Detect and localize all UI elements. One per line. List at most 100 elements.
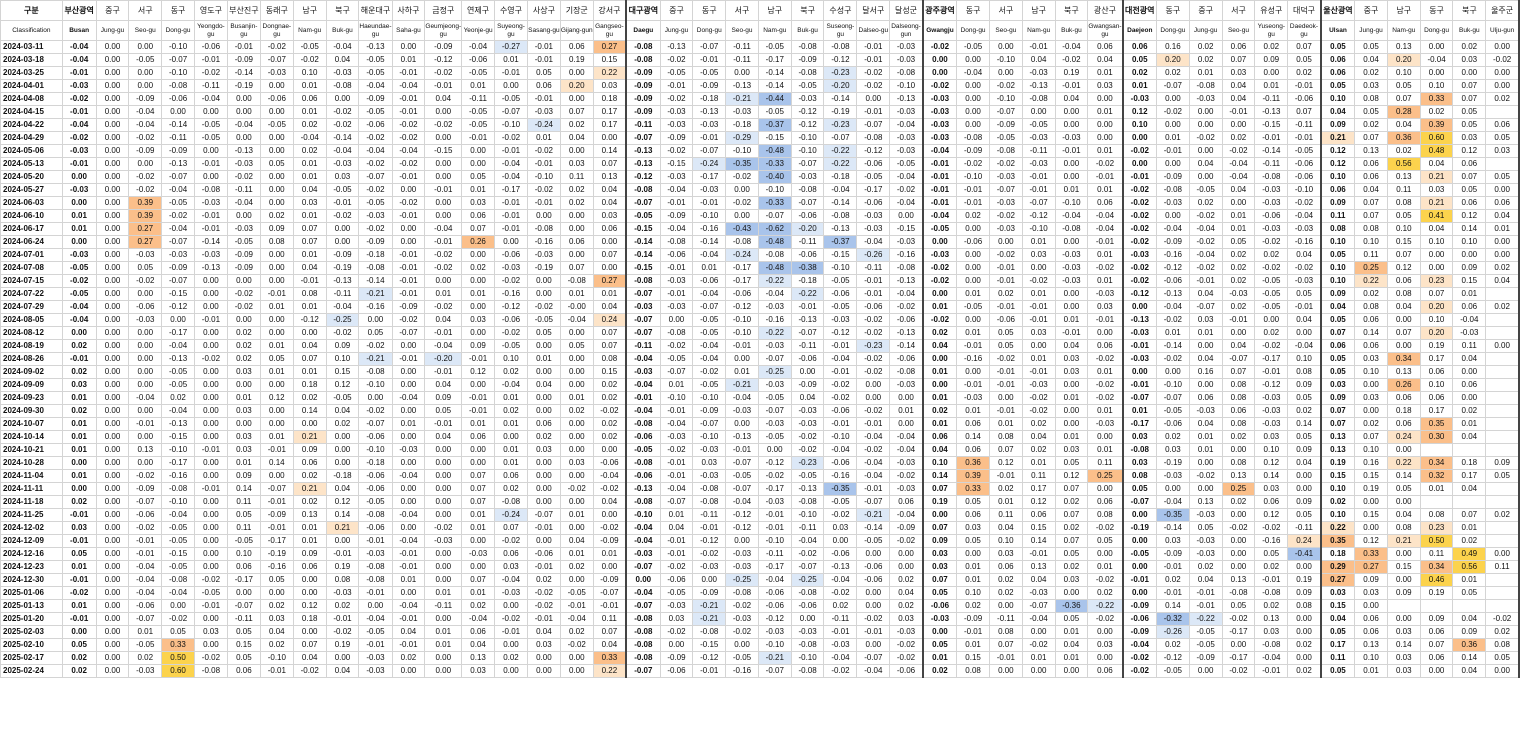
value-cell[interactable]: -0.03 bbox=[1254, 196, 1289, 210]
value-cell[interactable]: 0.00 bbox=[128, 326, 163, 340]
value-cell[interactable] bbox=[1419, 599, 1454, 613]
value-cell[interactable]: 0.03 bbox=[226, 365, 261, 379]
value-cell[interactable]: -0.02 bbox=[889, 638, 924, 652]
value-cell[interactable]: 0.01 bbox=[956, 404, 990, 418]
value-cell[interactable]: 0.00 bbox=[358, 599, 393, 613]
value-cell[interactable]: -0.16 bbox=[358, 300, 393, 314]
value-cell[interactable]: -0.21 bbox=[692, 612, 727, 626]
value-cell[interactable]: 0.48 bbox=[1419, 144, 1454, 158]
value-cell[interactable]: -0.08 bbox=[659, 326, 694, 340]
value-cell[interactable]: 0.07 bbox=[592, 157, 628, 171]
value-cell[interactable]: 0.00 bbox=[95, 131, 130, 145]
value-cell[interactable]: -0.05 bbox=[161, 560, 195, 574]
district-header-english[interactable]: Dong-gu bbox=[692, 20, 727, 41]
value-cell[interactable]: 0.01 bbox=[956, 573, 990, 587]
value-cell[interactable]: -0.04 bbox=[1221, 170, 1256, 184]
value-cell[interactable]: -0.10 bbox=[757, 638, 792, 652]
value-cell[interactable]: -0.05 bbox=[461, 118, 496, 132]
value-cell[interactable]: -0.01 bbox=[823, 339, 858, 353]
value-cell[interactable]: -0.04 bbox=[1156, 495, 1190, 509]
value-cell[interactable]: -0.01 bbox=[1122, 170, 1157, 184]
value-cell[interactable]: 0.13 bbox=[1221, 469, 1256, 483]
value-cell[interactable]: 0.12 bbox=[259, 391, 294, 405]
value-cell[interactable]: 0.07 bbox=[1221, 365, 1256, 379]
value-cell[interactable]: 0.00 bbox=[559, 573, 594, 587]
value-cell[interactable]: 0.20 bbox=[559, 79, 594, 93]
value-cell[interactable]: -0.03 bbox=[1254, 391, 1289, 405]
value-cell[interactable]: 0.00 bbox=[956, 222, 990, 236]
value-cell[interactable]: 0.01 bbox=[61, 430, 97, 444]
value-cell[interactable]: 0.06 bbox=[1485, 196, 1520, 210]
value-cell[interactable]: -0.22 bbox=[823, 157, 858, 171]
value-cell[interactable]: -0.07 bbox=[625, 326, 661, 340]
value-cell[interactable]: 0.11 bbox=[1320, 209, 1356, 223]
value-cell[interactable]: 0.00 bbox=[259, 313, 294, 327]
value-cell[interactable]: 0.00 bbox=[526, 664, 561, 678]
value-cell[interactable]: -0.04 bbox=[1054, 40, 1089, 54]
value-cell[interactable]: 0.02 bbox=[1354, 118, 1388, 132]
value-cell[interactable]: 0.00 bbox=[1419, 248, 1454, 262]
value-cell[interactable]: 0.00 bbox=[1054, 417, 1089, 431]
value-cell[interactable]: 0.05 bbox=[1452, 586, 1487, 600]
value-cell[interactable]: 0.07 bbox=[461, 482, 496, 496]
district-header-korean[interactable]: 중구 bbox=[1188, 0, 1223, 21]
value-cell[interactable]: -0.03 bbox=[1021, 66, 1056, 80]
value-cell[interactable]: 0.00 bbox=[956, 547, 990, 561]
value-cell[interactable]: -0.08 bbox=[1188, 79, 1223, 93]
value-cell[interactable]: -0.03 bbox=[494, 261, 528, 275]
value-cell[interactable]: -0.02 bbox=[1087, 378, 1124, 392]
value-cell[interactable]: -0.10 bbox=[1156, 378, 1190, 392]
value-cell[interactable]: 0.36 bbox=[1452, 638, 1487, 652]
value-cell[interactable]: -0.27 bbox=[494, 40, 528, 54]
value-cell[interactable]: 0.06 bbox=[461, 430, 496, 444]
value-cell[interactable]: -0.06 bbox=[1287, 170, 1322, 184]
value-cell[interactable]: 0.08 bbox=[325, 573, 360, 587]
value-cell[interactable]: 0.10 bbox=[1386, 66, 1421, 80]
value-cell[interactable]: 0.04 bbox=[889, 586, 924, 600]
value-cell[interactable]: 0.01 bbox=[692, 261, 727, 275]
value-cell[interactable]: 0.00 bbox=[559, 66, 594, 80]
value-cell[interactable]: 0.00 bbox=[1254, 66, 1289, 80]
value-cell[interactable]: -0.09 bbox=[1122, 599, 1157, 613]
value-cell[interactable]: -0.20 bbox=[424, 352, 463, 366]
value-cell[interactable]: 0.00 bbox=[424, 495, 463, 509]
value-cell[interactable]: 0.03 bbox=[526, 443, 561, 457]
value-cell[interactable]: -0.04 bbox=[1221, 157, 1256, 171]
value-cell[interactable]: -0.01 bbox=[61, 352, 97, 366]
value-cell[interactable]: -0.09 bbox=[592, 573, 628, 587]
value-cell[interactable] bbox=[1452, 443, 1487, 457]
value-cell[interactable]: 0.05 bbox=[1386, 209, 1421, 223]
value-cell[interactable]: -0.04 bbox=[128, 573, 163, 587]
value-cell[interactable]: -0.03 bbox=[1087, 287, 1124, 301]
value-cell[interactable]: 0.07 bbox=[922, 482, 958, 496]
value-cell[interactable]: 0.00 bbox=[559, 495, 594, 509]
value-cell[interactable]: 0.03 bbox=[1354, 586, 1388, 600]
value-cell[interactable]: -0.17 bbox=[725, 261, 759, 275]
value-cell[interactable]: 0.06 bbox=[1452, 300, 1487, 314]
value-cell[interactable]: -0.04 bbox=[856, 664, 891, 678]
value-cell[interactable]: 0.03 bbox=[1054, 573, 1089, 587]
value-cell[interactable]: 0.00 bbox=[1188, 456, 1223, 470]
value-cell[interactable]: 0.00 bbox=[1188, 105, 1223, 119]
value-cell[interactable]: 0.15 bbox=[1021, 521, 1056, 535]
value-cell[interactable]: 0.00 bbox=[391, 404, 426, 418]
date-cell[interactable]: 2024-12-09 bbox=[0, 534, 63, 548]
value-cell[interactable]: -0.03 bbox=[325, 586, 360, 600]
value-cell[interactable]: 0.00 bbox=[526, 495, 561, 509]
value-cell[interactable]: 0.09 bbox=[461, 339, 496, 353]
value-cell[interactable]: 0.02 bbox=[559, 118, 594, 132]
value-cell[interactable]: 0.03 bbox=[956, 521, 990, 535]
value-cell[interactable]: 0.07 bbox=[1452, 92, 1487, 106]
date-cell[interactable]: 2024-07-01 bbox=[0, 248, 63, 262]
value-cell[interactable]: 0.02 bbox=[61, 365, 97, 379]
value-cell[interactable]: 0.03 bbox=[226, 430, 261, 444]
value-cell[interactable]: 0.02 bbox=[1021, 443, 1056, 457]
value-cell[interactable]: 0.05 bbox=[1452, 118, 1487, 132]
value-cell[interactable]: 0.05 bbox=[1320, 79, 1356, 93]
value-cell[interactable]: -0.04 bbox=[391, 144, 426, 158]
value-cell[interactable]: -0.02 bbox=[889, 651, 924, 665]
value-cell[interactable]: -0.09 bbox=[128, 482, 163, 496]
value-cell[interactable]: -0.07 bbox=[625, 664, 661, 678]
value-cell[interactable]: 0.05 bbox=[1386, 482, 1421, 496]
value-cell[interactable]: -0.01 bbox=[61, 508, 97, 522]
